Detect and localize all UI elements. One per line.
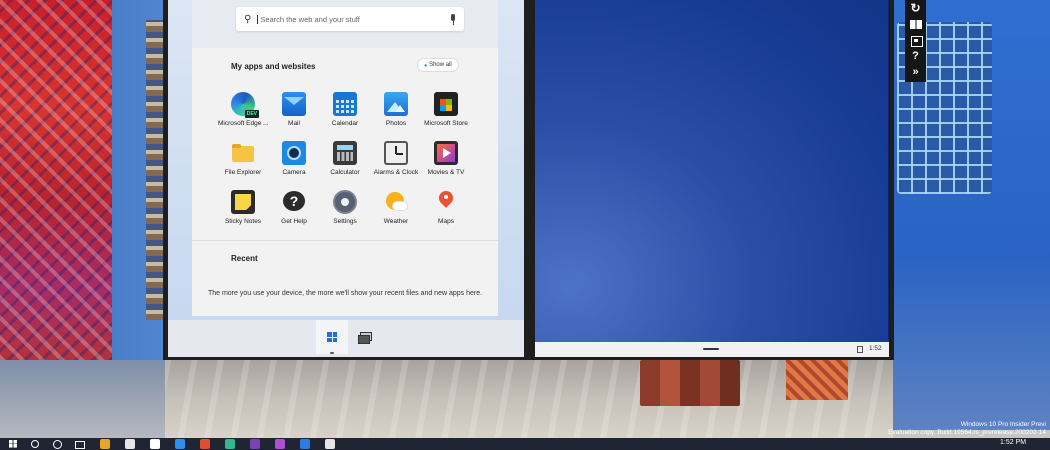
show-all-button[interactable]: Show all	[418, 59, 458, 71]
taskbar-pinned-app-icon[interactable]	[275, 439, 285, 449]
taskbar-pinned-app-icon[interactable]	[175, 439, 185, 449]
app-tile-photos[interactable]: Photos	[371, 92, 421, 127]
app-tile-file-explorer[interactable]: File Explorer	[218, 141, 268, 176]
recent-empty-message: The more you use your device, the more w…	[207, 290, 483, 297]
app-tile-edge[interactable]: Microsoft Edge ...	[218, 92, 269, 127]
app-label: Movies & TV	[427, 169, 465, 176]
app-label: Camera	[282, 169, 306, 176]
right-screen: 1:52	[527, 0, 894, 360]
right-screen-taskbar: 1:52	[535, 342, 889, 357]
mail-icon	[282, 92, 306, 116]
app-tile-settings[interactable]: Settings	[320, 190, 370, 225]
wallpaper-floor-rug	[786, 360, 848, 400]
screenshot-icon[interactable]	[909, 34, 923, 47]
taskbar-search-icon[interactable]	[30, 439, 40, 449]
app-tile-sticky-notes[interactable]: Sticky Notes	[218, 190, 268, 225]
recent-section-title: Recent	[231, 254, 258, 263]
taskbar-cortana-icon[interactable]	[52, 439, 62, 449]
windows-taskbar: 1:52 PM	[0, 438, 1050, 450]
app-label: File Explorer	[224, 169, 262, 176]
taskbar-pinned-app-icon[interactable]	[100, 439, 110, 449]
emulator-toolbar: ? »	[905, 0, 926, 82]
app-label: Microsoft Store	[424, 120, 468, 127]
taskbar-pinned-app-icon[interactable]	[325, 439, 335, 449]
app-label: Sticky Notes	[224, 218, 262, 225]
wallpaper-ground	[165, 360, 893, 438]
gesture-handle[interactable]	[703, 348, 719, 350]
gear-icon	[333, 190, 357, 214]
photos-icon	[384, 92, 408, 116]
sticky-notes-icon	[231, 190, 255, 214]
taskbar-pinned-app-icon[interactable]	[225, 439, 235, 449]
app-tile-weather[interactable]: Weather	[371, 190, 421, 225]
app-tile-store[interactable]: Microsoft Store	[421, 92, 471, 127]
right-screen-desktop[interactable]: 1:52	[535, 0, 889, 357]
folder-icon	[231, 141, 255, 165]
section-divider	[192, 240, 498, 241]
taskbar-task-view-icon[interactable]	[74, 439, 85, 449]
battery-icon[interactable]	[857, 346, 863, 353]
watermark-line-2: Evaluation copy. Build 19564.rs_prerelea…	[888, 429, 1046, 436]
wallpaper-hanging-rug	[146, 20, 164, 320]
weather-icon	[384, 190, 408, 214]
app-tile-maps[interactable]: Maps	[421, 190, 471, 225]
app-label: Alarms & Clock	[373, 169, 419, 176]
task-view-icon[interactable]	[358, 332, 372, 344]
calendar-icon	[333, 92, 357, 116]
edge-dev-icon	[231, 92, 259, 118]
map-pin-icon	[434, 190, 458, 214]
start-menu-body	[192, 48, 498, 316]
taskbar-pinned-app-icon[interactable]	[125, 439, 135, 449]
search-box[interactable]: ⚲ Search the web and your stuff	[236, 7, 464, 31]
app-label: Get Help	[281, 218, 307, 225]
search-icon: ⚲	[244, 13, 252, 25]
app-tile-mail[interactable]: Mail	[269, 92, 319, 127]
wallpaper-chair	[640, 360, 740, 406]
app-tile-movies[interactable]: Movies & TV	[421, 141, 471, 176]
store-icon	[434, 92, 458, 116]
left-screen: ⚲ Search the web and your stuff My apps …	[163, 0, 527, 360]
taskbar-pinned-app-icon[interactable]	[200, 439, 210, 449]
taskbar-pinned-app-icon[interactable]	[150, 439, 160, 449]
wallpaper-rug	[0, 0, 112, 360]
app-label: Maps	[438, 218, 454, 225]
search-input[interactable]: Search the web and your stuff	[257, 14, 450, 24]
rotate-icon[interactable]	[909, 2, 923, 15]
left-screen-taskbar	[168, 320, 524, 357]
more-icon[interactable]: »	[909, 66, 923, 79]
app-tile-calendar[interactable]: Calendar	[320, 92, 370, 127]
app-label: Photos	[385, 120, 407, 127]
camera-icon	[282, 141, 306, 165]
app-tile-camera[interactable]: Camera	[269, 141, 319, 176]
dual-screen-icon[interactable]	[909, 18, 923, 31]
evaluation-watermark: Windows 10 Pro Insider Previ Evaluation …	[888, 421, 1046, 437]
app-tile-get-help[interactable]: Get Help	[269, 190, 319, 225]
start-menu: ⚲ Search the web and your stuff My apps …	[168, 0, 524, 357]
taskbar-start-icon[interactable]	[8, 439, 18, 449]
app-label: Weather	[383, 218, 409, 225]
clock-icon	[384, 141, 408, 165]
help-icon[interactable]: ?	[909, 50, 923, 63]
wallpaper-ground-left	[0, 360, 165, 438]
microphone-icon[interactable]	[450, 13, 456, 25]
app-label: Calendar	[331, 120, 359, 127]
app-tile-calculator[interactable]: Calculator	[320, 141, 370, 176]
help-icon	[282, 190, 306, 214]
calculator-icon	[333, 141, 357, 165]
watermark-line-1: Windows 10 Pro Insider Previ	[960, 421, 1046, 428]
start-button[interactable]	[316, 320, 348, 354]
app-label: Calculator	[330, 169, 360, 176]
taskbar-pinned-app-icon[interactable]	[250, 439, 260, 449]
apps-section-title: My apps and websites	[231, 62, 316, 71]
app-label: Settings	[333, 218, 357, 225]
app-tile-alarms[interactable]: Alarms & Clock	[371, 141, 421, 176]
right-screen-clock[interactable]: 1:52	[869, 345, 882, 352]
app-label: Microsoft Edge ...	[218, 120, 269, 127]
app-label: Mail	[288, 120, 300, 127]
windows-logo-icon	[327, 332, 337, 342]
taskbar-clock[interactable]: 1:52 PM	[1000, 439, 1026, 446]
taskbar-pinned-app-icon[interactable]	[300, 439, 310, 449]
movies-icon	[434, 141, 458, 165]
screen-edge	[888, 0, 889, 340]
